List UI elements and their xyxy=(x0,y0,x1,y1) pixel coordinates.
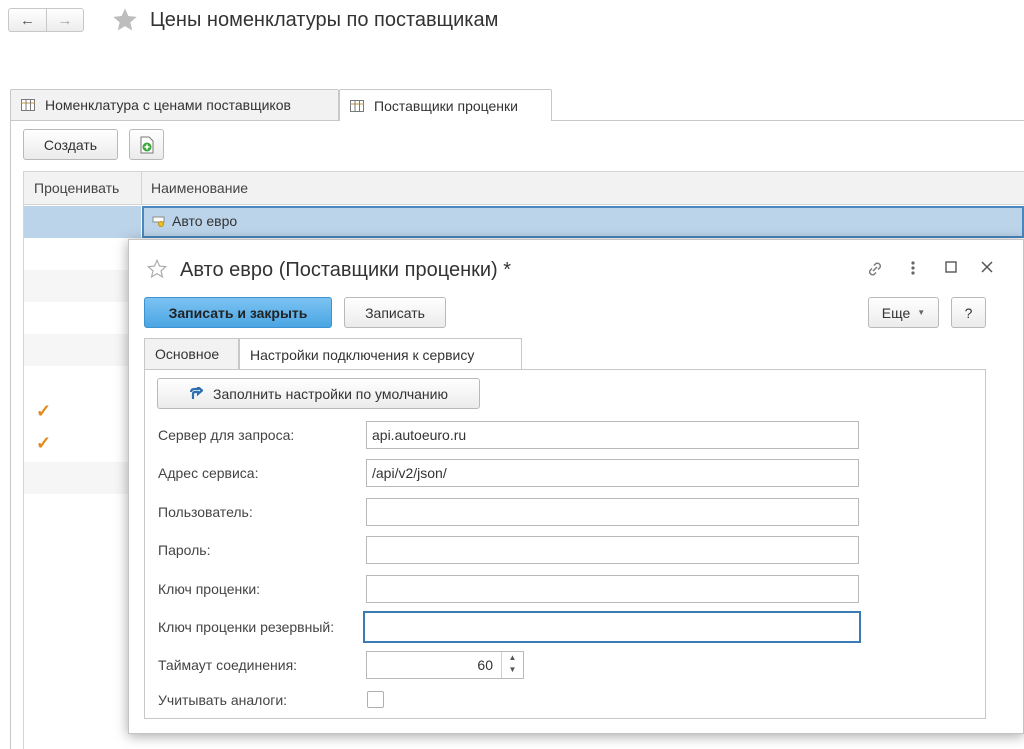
tab-main[interactable]: Основное xyxy=(144,338,239,369)
back-button[interactable]: ← xyxy=(8,8,46,32)
help-button[interactable]: ? xyxy=(951,297,986,328)
link-icon[interactable] xyxy=(865,260,885,283)
server-label: Сервер для запроса: xyxy=(158,427,295,443)
history-nav: ← → xyxy=(8,8,84,32)
arrow-right-icon: → xyxy=(57,11,73,29)
add-document-button[interactable] xyxy=(129,129,164,160)
list-header: Проценивать Наименование xyxy=(24,172,1024,205)
fill-arrow-icon xyxy=(189,386,203,399)
tab-connection-settings[interactable]: Настройки подключения к сервису xyxy=(239,338,522,370)
tab-suppliers-pricing[interactable]: Поставщики проценки xyxy=(339,89,552,121)
checkmark-icon: ✓ xyxy=(36,433,52,453)
analogs-label: Учитывать аналоги: xyxy=(158,692,288,708)
create-button[interactable]: Создать xyxy=(23,129,118,160)
fill-defaults-label: Заполнить настройки по умолчанию xyxy=(213,385,448,402)
stepper-arrows[interactable]: ▲ ▼ xyxy=(501,652,523,678)
pricing-key-reserve-field[interactable] xyxy=(363,611,861,643)
pricing-key-field[interactable] xyxy=(366,575,859,603)
password-field[interactable] xyxy=(366,536,859,564)
close-icon[interactable] xyxy=(977,260,997,279)
column-header-pricing[interactable]: Проценивать xyxy=(34,180,119,196)
tab-label: Номенклатура с ценами поставщиков xyxy=(45,97,291,113)
pricing-key-reserve-label: Ключ проценки резервный: xyxy=(158,619,335,635)
maximize-icon[interactable] xyxy=(941,260,961,279)
selected-cell-name: Авто евро xyxy=(142,206,1024,238)
user-label: Пользователь: xyxy=(158,504,253,520)
tab-nomenclature-prices[interactable]: Номенклатура с ценами поставщиков xyxy=(10,89,339,120)
timeout-value: 60 xyxy=(477,657,493,673)
column-separator xyxy=(141,172,142,205)
tab-divider xyxy=(10,120,339,121)
table-icon xyxy=(21,99,35,111)
password-label: Пароль: xyxy=(158,542,211,558)
user-field[interactable] xyxy=(366,498,859,526)
content-frame xyxy=(10,120,11,749)
chevron-up-icon[interactable]: ▲ xyxy=(502,652,523,664)
address-field[interactable]: /api/v2/json/ xyxy=(366,459,859,487)
tab-bar: Номенклатура с ценами поставщиков Постав… xyxy=(10,89,1024,121)
more-actions-button[interactable]: Еще ▼ xyxy=(868,297,939,328)
favorite-star-icon[interactable] xyxy=(146,258,168,280)
add-document-icon xyxy=(140,136,153,153)
page-title: Цены номенклатуры по поставщикам xyxy=(150,9,499,31)
dialog-title: Авто евро (Поставщики проценки) * xyxy=(180,259,512,281)
save-and-close-button[interactable]: Записать и закрыть xyxy=(144,297,332,328)
selected-cell-pricing xyxy=(24,206,141,238)
favorite-star-icon[interactable] xyxy=(111,6,139,34)
more-label: Еще xyxy=(881,304,911,321)
tab-label: Поставщики проценки xyxy=(374,97,518,114)
timeout-stepper[interactable]: 60 ▲ ▼ xyxy=(366,651,524,679)
supplier-dialog: Авто евро (Поставщики проценки) * Записа… xyxy=(128,239,1024,734)
more-vertical-icon[interactable] xyxy=(903,260,923,281)
forward-button[interactable]: → xyxy=(46,8,84,32)
save-button[interactable]: Записать xyxy=(344,297,446,328)
dropdown-arrow-icon: ▼ xyxy=(917,308,926,317)
checkmark-icon: ✓ xyxy=(36,401,52,421)
pricing-key-label: Ключ проценки: xyxy=(158,581,261,597)
table-row-selected[interactable]: Авто евро xyxy=(24,206,1024,238)
analogs-checkbox[interactable] xyxy=(367,691,384,708)
fill-defaults-button[interactable]: Заполнить настройки по умолчанию xyxy=(157,378,480,409)
tab-divider xyxy=(552,120,1024,121)
table-icon xyxy=(350,99,364,112)
timeout-label: Таймаут соединения: xyxy=(158,657,298,673)
selected-row-name: Авто евро xyxy=(172,213,238,229)
address-label: Адрес сервиса: xyxy=(158,465,259,481)
arrow-left-icon: ← xyxy=(20,11,35,29)
column-header-name[interactable]: Наименование xyxy=(151,180,248,196)
catalog-item-icon xyxy=(152,216,165,227)
server-field[interactable]: api.autoeuro.ru xyxy=(366,421,859,449)
chevron-down-icon[interactable]: ▼ xyxy=(502,664,523,676)
